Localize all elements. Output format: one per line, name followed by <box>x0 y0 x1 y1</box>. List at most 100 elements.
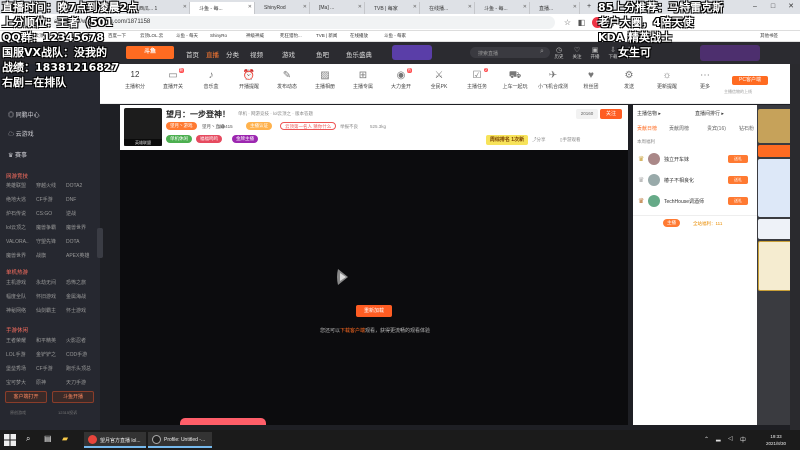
category-link[interactable]: VALORA.. <box>6 239 36 245</box>
tab-weekly[interactable]: 贡献周榜 <box>669 125 689 132</box>
network-icon[interactable]: ▂ <box>716 435 721 442</box>
func-button[interactable]: ◉ 热大力金开 <box>386 68 416 90</box>
sidebar-item-profile[interactable]: ◎ 同鹏中心 <box>8 110 40 119</box>
footer-link[interactable]: 原创游戏 <box>10 410 26 416</box>
site-logo[interactable]: 斗鱼 <box>126 46 174 59</box>
browser-tab[interactable]: 在线播... ✕ <box>420 2 475 14</box>
func-button[interactable]: ▭ 新直播开关 <box>158 68 188 90</box>
nav-yuba[interactable]: 鱼吧 <box>316 49 329 59</box>
mobile-watch-button[interactable]: ▯手游观看 <box>560 137 580 143</box>
category-link[interactable]: 神秘网络 <box>6 307 36 314</box>
category-link[interactable]: 魔兽世界 <box>66 224 96 231</box>
bookmark[interactable]: 斗鱼 - 每天 <box>176 33 198 39</box>
category-link[interactable]: 炉石传说 <box>6 210 36 217</box>
close-icon[interactable]: ✕ <box>523 4 527 10</box>
category-link[interactable]: CF手游 <box>36 196 66 203</box>
nav-live[interactable]: 直播 <box>206 49 219 59</box>
video-player[interactable]: 重新加载 您还可以下载客户端观看，获得更流畅的观看体验 <box>120 150 628 425</box>
report-link[interactable]: 举报不良 <box>340 124 358 130</box>
bookmark[interactable]: TVB | 新闻 <box>316 33 337 39</box>
search-icon[interactable]: ⌕ <box>540 48 544 56</box>
func-button[interactable]: ⛟ 上车一起玩 <box>500 70 530 90</box>
func-button[interactable]: ▨ 主播相册 <box>310 70 340 90</box>
weekly-rank-button[interactable]: 周综排名 1次新 <box>486 135 528 145</box>
browser-tab[interactable]: 西瓜... 1 ✕ <box>130 2 190 14</box>
browser-tab[interactable]: [Ma] ... ✕ <box>310 2 365 14</box>
event-banner[interactable] <box>700 45 760 61</box>
bookmark[interactable]: 在线播放 <box>350 33 368 39</box>
close-window-icon[interactable]: ✕ <box>782 0 800 14</box>
page-scrollbar[interactable] <box>790 64 800 430</box>
category-link[interactable]: 金属海战 <box>66 293 96 300</box>
func-button[interactable]: ✈ 小飞机合成测 <box>538 70 568 90</box>
category-link[interactable]: LOL手游 <box>6 351 36 358</box>
rank-badge[interactable]: 送礼 <box>728 176 748 184</box>
bookmark[interactable]: 死狂猎豹... <box>280 33 302 39</box>
category-link[interactable]: COD手游 <box>66 351 96 358</box>
promo-card[interactable] <box>758 159 794 217</box>
func-button[interactable]: ☼ 更新提醒 <box>652 70 682 90</box>
bookmark[interactable]: ShinyRo <box>210 33 227 38</box>
gift-bar-tab[interactable] <box>180 418 266 425</box>
bookmark[interactable]: 神级神威 <box>246 33 264 39</box>
nav-video[interactable]: 视频 <box>250 49 263 59</box>
nav-home[interactable]: 首页 <box>186 49 199 59</box>
category-link[interactable]: lol云顶之 <box>6 224 36 231</box>
category-link[interactable]: 魔兽争霸 <box>36 224 66 231</box>
tab-daily[interactable]: 贡献日榜 <box>637 125 657 132</box>
category-link[interactable]: 战旗 <box>36 252 66 259</box>
sidebar-item-cloud[interactable]: ☁ 云游戏 <box>8 129 34 138</box>
func-button[interactable]: ⋯ 更多 <box>690 70 720 90</box>
go-live-button[interactable]: ▣ 开播 <box>588 46 602 60</box>
windows-start-icon[interactable] <box>4 434 16 446</box>
close-icon[interactable]: ✕ <box>303 4 307 10</box>
go-live-sidebar-button[interactable]: 斗鱼开播 <box>52 391 94 403</box>
follow-button[interactable]: 关注 <box>600 109 622 119</box>
close-icon[interactable]: ✕ <box>183 4 187 10</box>
category-link[interactable]: DOTA2 <box>66 183 96 189</box>
category-link[interactable]: 逆战 <box>66 210 96 217</box>
promo-card[interactable] <box>758 241 794 291</box>
system-clock[interactable]: 19:33 2021/8/30 <box>766 433 786 447</box>
task-view-icon[interactable]: ▤ <box>44 434 52 443</box>
category-link[interactable]: 怀旧游戏 <box>36 293 66 300</box>
category-link[interactable]: 怀士游戏 <box>66 307 96 314</box>
close-icon[interactable]: ✕ <box>573 4 577 10</box>
rank-row[interactable]: ♛ TechHouse调酒师 送礼 <box>633 192 760 212</box>
rank-row[interactable]: ♛ 椿子不相良化 送礼 <box>633 171 760 191</box>
category-link[interactable]: 穿越火线 <box>36 182 66 189</box>
category-link[interactable]: 金铲铲之 <box>36 351 66 358</box>
bookmark[interactable]: 其他书签 <box>760 33 778 39</box>
footer-link[interactable]: 12315投诉 <box>58 410 77 416</box>
category-link[interactable]: CS:GO <box>36 211 66 217</box>
category-link[interactable]: 王者荣耀 <box>6 337 36 344</box>
nav-festival[interactable]: 鱼乐盛典 <box>346 49 372 59</box>
func-button[interactable]: ⏰ 开播提醒 <box>234 70 264 90</box>
func-button[interactable]: ☑ 2 主播任务 <box>462 68 492 90</box>
taskbar-app-chrome[interactable]: 望月官方直播 lol... <box>84 432 146 448</box>
category-link[interactable]: 绝地大逃 <box>6 196 36 203</box>
sidebar-item-events[interactable]: ♛ 赛事 <box>8 150 27 159</box>
reload-button[interactable]: 重新加载 <box>356 305 392 317</box>
category-link[interactable]: 火影忍者 <box>66 337 96 344</box>
points-button[interactable]: 12 主播积分 <box>120 70 150 90</box>
host-reward-button[interactable]: 主播 <box>663 219 680 227</box>
close-icon[interactable]: ✕ <box>358 4 362 10</box>
category-link[interactable]: APEX英雄 <box>66 252 96 259</box>
panel-header[interactable]: 主播信物 ▸ <box>637 110 661 117</box>
bookmark[interactable]: 斗鱼 - 每家 <box>384 33 406 39</box>
tab-vip[interactable]: 贵宾(16) <box>707 125 726 132</box>
category-link[interactable]: 主机游戏 <box>6 279 36 286</box>
browser-tab[interactable]: TVB | 每家 ✕ <box>365 2 420 14</box>
promo-card[interactable] <box>758 145 794 157</box>
category-link[interactable]: 宝可梦大 <box>6 379 36 386</box>
rank-row[interactable]: ♛ 独立开车妹 送礼 <box>633 150 760 170</box>
nav-games[interactable]: 游戏 <box>282 49 295 59</box>
func-button[interactable]: ✎ 发布动态 <box>272 70 302 90</box>
category-link[interactable]: 英雄联盟 <box>6 182 36 189</box>
search-icon[interactable]: ⌕ <box>26 434 30 444</box>
close-icon[interactable]: ✕ <box>248 4 252 10</box>
chevron-up-icon[interactable]: ⌃ <box>704 436 709 443</box>
category-link[interactable]: 堡垒秀场 <box>6 365 36 372</box>
tab-diamond[interactable]: 钻石粉 <box>739 125 754 132</box>
